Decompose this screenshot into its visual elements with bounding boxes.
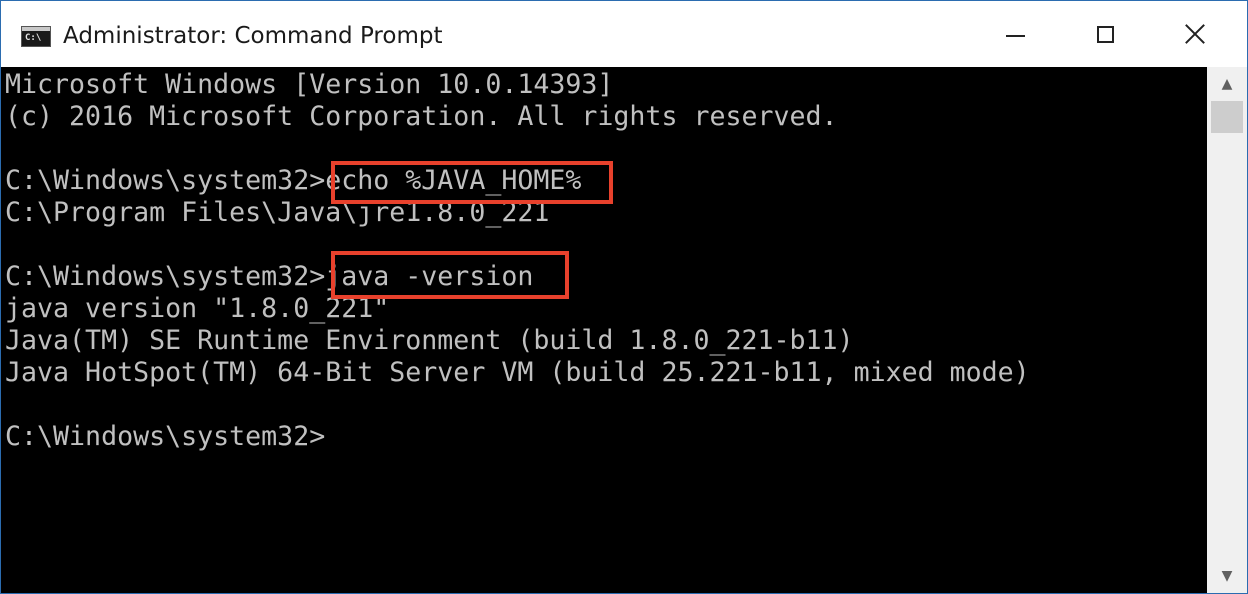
console-line: (c) 2016 Microsoft Corporation. All righ… xyxy=(5,101,838,132)
command-prompt-window: C:\ Administrator: Command Prompt Micros… xyxy=(0,0,1248,594)
console-line: Java HotSpot(TM) 64-Bit Server VM (build… xyxy=(5,357,1030,388)
console-icon[interactable]: C:\ xyxy=(21,26,51,47)
console-output[interactable]: Microsoft Windows [Version 10.0.14393] (… xyxy=(1,67,1207,593)
title-bar[interactable]: C:\ Administrator: Command Prompt xyxy=(1,1,1247,67)
vertical-scrollbar[interactable]: ▲ ▼ xyxy=(1207,67,1247,593)
console-line: C:\Windows\system32>java -version xyxy=(5,261,534,292)
console-line: Java(TM) SE Runtime Environment (build 1… xyxy=(5,325,854,356)
scrollbar-thumb[interactable] xyxy=(1211,101,1243,133)
close-icon xyxy=(1184,23,1206,45)
console-line-prompt: C:\Windows\system32> xyxy=(5,421,326,452)
console-line: Microsoft Windows [Version 10.0.14393] xyxy=(5,69,614,100)
minimize-icon xyxy=(1005,35,1025,37)
maximize-button[interactable] xyxy=(1059,1,1151,67)
minimize-button[interactable] xyxy=(969,1,1061,67)
scroll-down-arrow-icon[interactable]: ▼ xyxy=(1207,559,1247,593)
console-line: java version "1.8.0_221" xyxy=(5,293,390,324)
window-title: Administrator: Command Prompt xyxy=(63,23,443,49)
console-line: C:\Windows\system32>echo %JAVA_HOME% xyxy=(5,165,582,196)
close-button[interactable] xyxy=(1149,1,1241,67)
console-icon-label: C:\ xyxy=(25,33,42,43)
console-line: C:\Program Files\Java\jre1.8.0_221 xyxy=(5,197,550,228)
scroll-up-arrow-icon[interactable]: ▲ xyxy=(1207,67,1247,101)
maximize-icon xyxy=(1096,25,1114,43)
